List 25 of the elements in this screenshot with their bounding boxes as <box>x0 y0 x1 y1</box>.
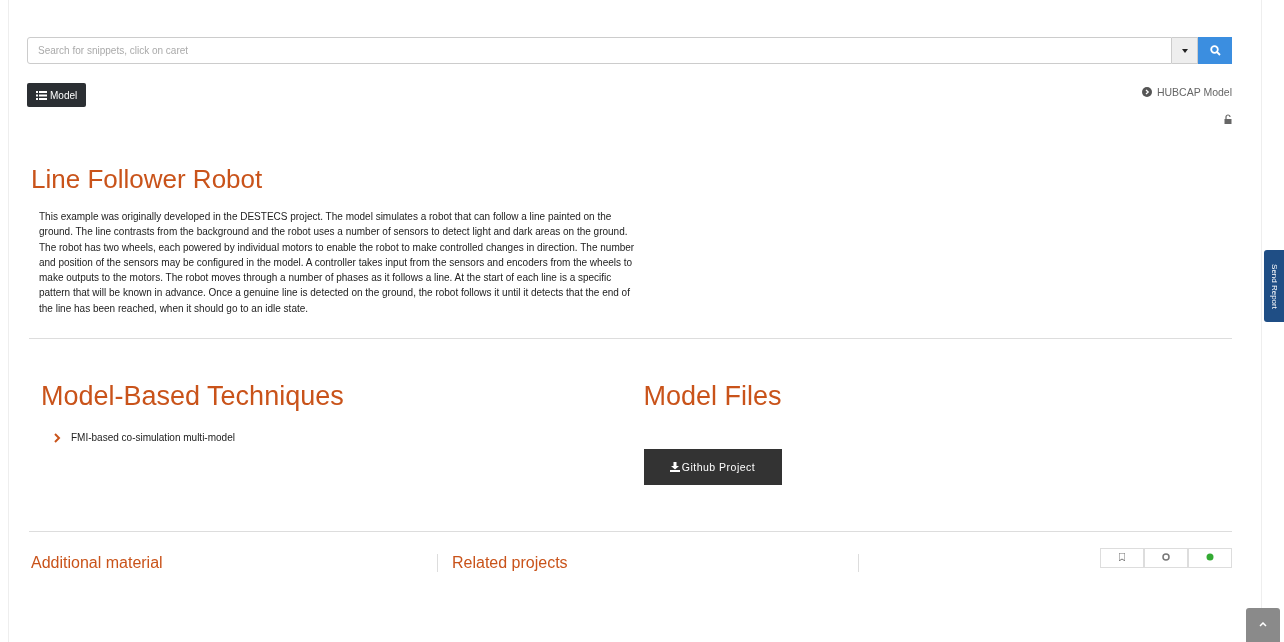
tool-button[interactable] <box>1188 548 1232 569</box>
section-heading: Additional material <box>27 554 438 573</box>
chevron-icon <box>54 432 61 443</box>
section-heading: Related projects <box>448 554 859 573</box>
caret-icon <box>1181 48 1188 53</box>
description-text: This example was originally developed in the DESTECS project. The model simulates a robot that can follow a line painted on the ground. The line contrasts from the background and the robot uses a number of sensors to detect light and dark areas on the ground. The robot has two wheels, each powered by individual motors to enable the robot to make controlled changes in direction. The number and position of the sensors may be configured in the model. A controller takes input from the sensors and encoders from the wheels to make outputs to the motors. The robot moves through a number of phases as it follows a line. At the start of each line is a specific pattern that will be known in advance. Once a genuine line is detected on the ground, the robot follows it until it detects that the end of the line has been reached, when it should go to an idle state. <box>39 210 636 316</box>
section-heading: Model Files <box>643 381 783 413</box>
tool-button[interactable] <box>1144 548 1188 569</box>
page-title: Line Follower Robot <box>31 164 264 195</box>
chevron-up-icon <box>1259 622 1267 627</box>
download-icon <box>669 462 680 473</box>
github-project-button[interactable]: Github Project <box>643 449 782 486</box>
hubcap-model-link[interactable]: HUBCAP Model <box>1141 86 1232 98</box>
unlocked-icon <box>1224 114 1232 124</box>
tool-button[interactable] <box>1100 548 1144 569</box>
section-heading: Model-Based Techniques <box>41 381 345 413</box>
search-icon <box>1209 45 1221 56</box>
list-icon <box>36 90 47 100</box>
send-report-tab[interactable]: Send Report <box>1264 250 1284 322</box>
technique-link[interactable]: FMI-based co-simulation multi-model <box>71 432 235 444</box>
search-button[interactable] <box>1198 37 1232 64</box>
bookmark-icon <box>1119 553 1125 562</box>
search-field[interactable]: Search for snippets, click on caret <box>27 37 1172 64</box>
status-icon <box>1206 553 1214 562</box>
model-button[interactable]: Model <box>27 83 87 107</box>
